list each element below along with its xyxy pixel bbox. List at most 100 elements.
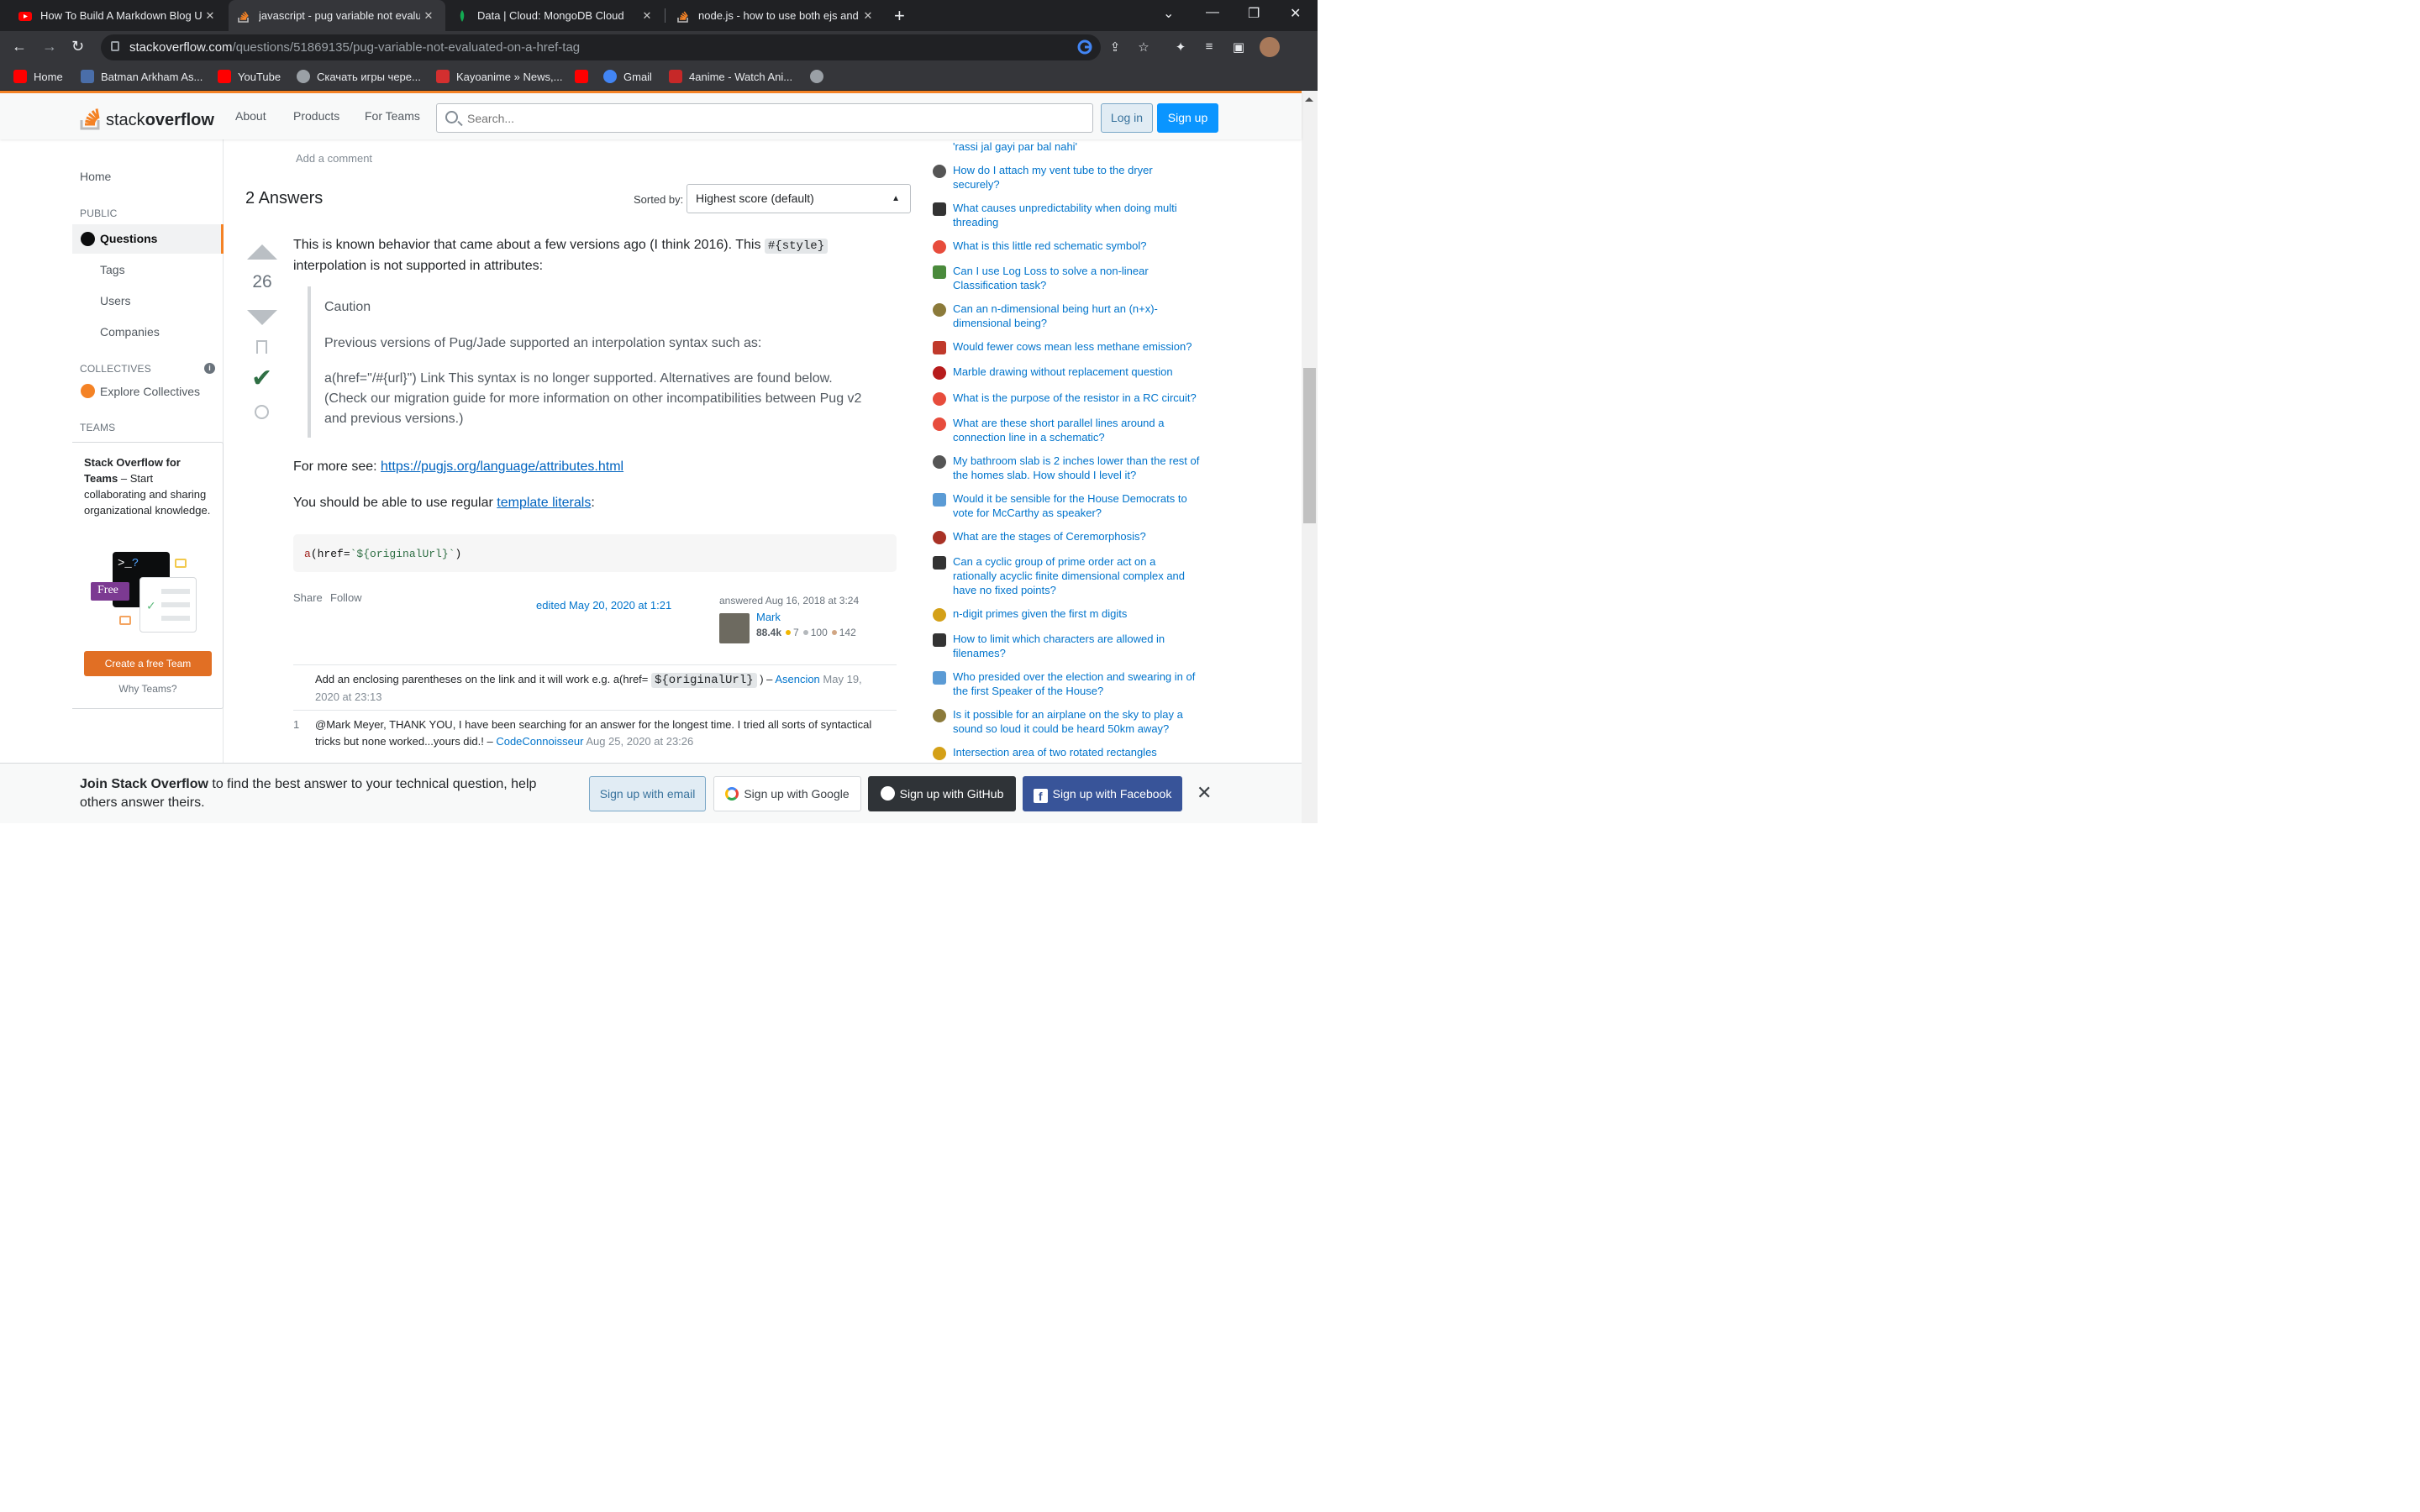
page-scrollbar[interactable]	[1302, 91, 1318, 823]
signup-button[interactable]: Sign up	[1157, 103, 1218, 133]
site-logo[interactable]: stackoverflow	[79, 103, 214, 130]
bookmark-item[interactable]: 4anime - Watch Ani...	[669, 70, 792, 83]
bookmark-icon[interactable]	[256, 340, 267, 354]
search-input[interactable]	[467, 104, 1055, 132]
share-icon[interactable]: ⇪	[1107, 39, 1123, 55]
close-window-icon[interactable]: ✕	[1290, 5, 1301, 22]
comment-user-link[interactable]: Asencion	[775, 673, 819, 685]
answer-paragraph: You should be able to use regular templa…	[293, 496, 595, 510]
github-icon	[880, 786, 895, 801]
info-icon[interactable]: i	[204, 363, 215, 374]
sidebar-item-explore-collectives[interactable]: Explore Collectives	[100, 385, 200, 398]
scrollbar-thumb[interactable]	[1303, 368, 1316, 523]
comment: Add an enclosing parentheses on the link…	[293, 664, 897, 710]
scroll-up-icon[interactable]	[1305, 97, 1313, 102]
close-tab-icon[interactable]: ✕	[202, 9, 218, 23]
back-icon[interactable]: ←	[12, 38, 27, 55]
teams-illustration: >_? ✓ Free	[91, 552, 200, 636]
avatar[interactable]	[719, 613, 750, 643]
close-tab-icon[interactable]: ✕	[860, 9, 876, 23]
restore-icon[interactable]: ❐	[1248, 5, 1260, 22]
quote-paragraph: a(href="/#{url}") Link This syntax is no…	[324, 371, 862, 426]
main-content: Add a comment 2 Answers Sorted by: Highe…	[224, 139, 922, 823]
browser-tab[interactable]: node.js - how to use both ejs and ✕	[668, 0, 885, 31]
physics-site-icon	[933, 709, 946, 722]
browser-tab[interactable]: How To Build A Markdown Blog U ✕	[10, 0, 227, 31]
url-field[interactable]: stackoverflow.com/questions/51869135/pug…	[101, 34, 1101, 60]
add-comment-link[interactable]: Add a comment	[296, 152, 372, 165]
follow-link[interactable]: Follow	[330, 591, 362, 604]
sidebar-section-teams: TEAMS	[80, 422, 116, 433]
extensions-icon[interactable]: ✦	[1173, 39, 1188, 55]
nav-for-teams[interactable]: For Teams	[365, 109, 420, 123]
sustainability-site-icon	[933, 341, 946, 354]
side-panel-icon[interactable]: ▣	[1231, 39, 1246, 55]
comment-user-link[interactable]: CodeConnoisseur	[496, 735, 583, 748]
media-icon[interactable]: ≡	[1202, 39, 1217, 55]
new-tab-icon[interactable]: +	[894, 5, 905, 27]
sidebar-item-questions[interactable]: Questions	[72, 224, 224, 254]
bookmark-item[interactable]: Batman Arkham As...	[81, 70, 203, 83]
user-name-link[interactable]: Mark	[756, 611, 781, 623]
share-link[interactable]: Share	[293, 591, 323, 604]
signup-github-button[interactable]: Sign up with GitHub	[868, 776, 1016, 811]
edited-link[interactable]: edited May 20, 2020 at 1:21	[536, 599, 671, 612]
bookmark-item[interactable]: Home	[13, 70, 63, 83]
downvote-icon[interactable]	[247, 310, 277, 325]
login-button[interactable]: Log in	[1101, 103, 1153, 133]
signup-google-button[interactable]: Sign up with Google	[713, 776, 861, 811]
browser-tab-active[interactable]: javascript - pug variable not evalu ✕	[229, 0, 445, 31]
browser-tab[interactable]: Data | Cloud: MongoDB Cloud ✕	[447, 0, 664, 31]
signup-banner: Join Stack Overflow to find the best ans…	[0, 763, 1302, 823]
google-icon[interactable]	[1077, 39, 1092, 55]
reload-icon[interactable]: ↻	[71, 38, 84, 55]
sidebar-item-home[interactable]: Home	[80, 170, 111, 183]
nav-products[interactable]: Products	[293, 109, 339, 123]
bookmark-item[interactable]	[575, 70, 595, 83]
sidebar-item-companies[interactable]: Companies	[100, 325, 160, 339]
minimize-icon[interactable]: —	[1206, 5, 1219, 20]
browser-tab-bar: How To Build A Markdown Blog U ✕ javascr…	[0, 0, 1318, 31]
create-team-button[interactable]: Create a free Team	[84, 651, 212, 676]
softwareengineering-site-icon	[933, 202, 946, 216]
profile-avatar[interactable]	[1260, 37, 1280, 57]
forward-icon[interactable]: →	[42, 38, 57, 55]
bookmark-item[interactable]	[810, 70, 830, 83]
youtube-icon	[13, 70, 27, 83]
history-icon[interactable]	[255, 405, 269, 419]
blockquote: Caution Previous versions of Pug/Jade su…	[308, 286, 862, 438]
close-tab-icon[interactable]: ✕	[639, 9, 655, 23]
sort-select[interactable]: Highest score (default) ▲	[687, 184, 911, 213]
globe-icon	[810, 70, 823, 83]
star-icon[interactable]: ☆	[1136, 39, 1151, 55]
bookmark-item[interactable]: YouTube	[218, 70, 281, 83]
stackoverflow-logo-icon	[79, 103, 103, 130]
bookmark-item[interactable]: Gmail	[603, 70, 652, 83]
tab-title: How To Build A Markdown Blog U	[40, 9, 202, 22]
tab-search-icon[interactable]: ⌄	[1163, 5, 1174, 22]
why-teams-link[interactable]: Why Teams?	[72, 683, 224, 695]
worldbuilding-site-icon	[933, 303, 946, 317]
bookmarks-bar: Home Batman Arkham As... YouTube Скачать…	[0, 64, 1318, 91]
bookmark-item[interactable]: Kayoanime » News,...	[436, 70, 562, 83]
sorted-by-label: Sorted by:	[634, 193, 684, 206]
upvote-icon[interactable]	[247, 244, 277, 260]
web-page: stackoverflow About Products For Teams L…	[0, 91, 1318, 823]
signup-facebook-button[interactable]: f Sign up with Facebook	[1023, 776, 1182, 811]
unix-site-icon	[933, 633, 946, 647]
sidebar-item-tags[interactable]: Tags	[100, 263, 125, 276]
nav-about[interactable]: About	[235, 109, 266, 123]
template-literals-link[interactable]: template literals	[497, 496, 591, 510]
sidebar-item-users[interactable]: Users	[100, 294, 131, 307]
signup-email-button[interactable]: Sign up with email	[589, 776, 706, 811]
youtube-icon	[575, 70, 588, 83]
close-icon[interactable]: ✕	[1197, 782, 1212, 804]
comment: 1 @Mark Meyer, THANK YOU, I have been se…	[293, 710, 897, 755]
electronics-site-icon	[933, 240, 946, 254]
close-tab-icon[interactable]: ✕	[420, 9, 437, 23]
free-badge: Free	[97, 584, 118, 596]
pug-attributes-link[interactable]: https://pugjs.org/language/attributes.ht…	[381, 459, 623, 474]
answers-heading: 2 Answers	[245, 189, 324, 207]
bookmark-item[interactable]: Скачать игры чере...	[297, 70, 421, 83]
batman-icon	[81, 70, 94, 83]
